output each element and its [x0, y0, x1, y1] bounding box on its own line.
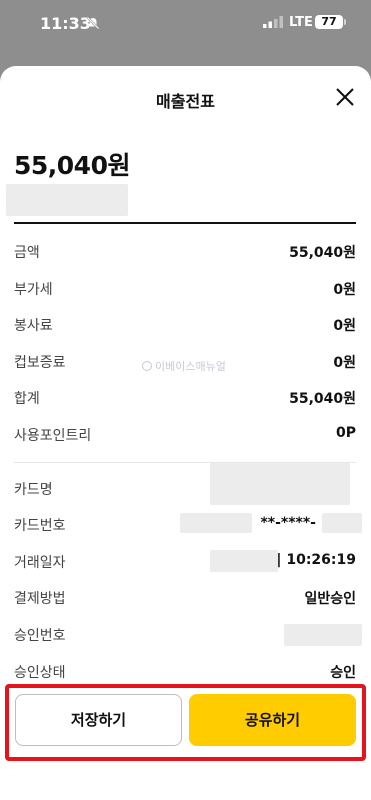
row-label: 거래일자 [14, 555, 66, 571]
row-value: 55,040원 [289, 245, 356, 261]
row-label: 금액 [14, 245, 40, 261]
row-value: | 10:26:19 [276, 552, 356, 568]
status-time: 11:33 [40, 14, 91, 33]
row-value: 승인 [330, 665, 356, 681]
row-cup-deposit: 컵보증료 0원 [14, 352, 356, 374]
row-label: 합계 [14, 391, 40, 407]
close-icon[interactable] [334, 86, 356, 108]
bell-muted-icon [86, 16, 100, 30]
redacted-approval-number [284, 624, 362, 646]
battery-icon: 77 [315, 15, 343, 29]
row-value: 0P [335, 425, 356, 441]
row-label: 봉사료 [14, 318, 53, 334]
network-type: LTE [289, 15, 313, 30]
row-value: 0원 [333, 282, 356, 298]
row-payment-method: 결제방법 일반승인 [14, 588, 356, 610]
save-button[interactable]: 저장하기 [15, 694, 182, 746]
divider-bold [14, 222, 356, 224]
battery-tip [344, 19, 346, 25]
row-label: 카드번호 [14, 518, 66, 534]
row-label: 컵보증료 [14, 355, 66, 371]
action-bar: 저장하기 공유하기 [0, 681, 371, 800]
row-label: 부가세 [14, 282, 53, 298]
signal-icon [263, 16, 283, 28]
redacted-card-number-end [322, 513, 362, 533]
total-amount: 55,040원 [14, 151, 130, 180]
row-amount: 금액 55,040원 [14, 242, 356, 264]
redacted-date [210, 550, 278, 572]
row-value: **-****- [260, 515, 316, 531]
redacted-card-number-start [180, 513, 252, 533]
row-value: 0원 [333, 318, 356, 334]
sheet-title: 매출전표 [156, 92, 215, 111]
share-button[interactable]: 공유하기 [189, 694, 356, 746]
row-label: 사용포인트리 [14, 428, 92, 444]
row-points-used: 사용포인트리 0P [14, 425, 356, 447]
row-value: 일반승인 [304, 591, 356, 607]
row-label: 결제방법 [14, 591, 66, 607]
row-total: 합계 55,040원 [14, 388, 356, 410]
redacted-card-name [210, 463, 350, 505]
row-value: 55,040원 [289, 391, 356, 407]
row-value: 0원 [333, 355, 356, 371]
status-bar: 11:33 LTE 77 [0, 0, 371, 48]
row-label: 승인번호 [14, 628, 66, 644]
row-label: 카드명 [14, 482, 53, 498]
row-label: 승인상태 [14, 665, 66, 681]
row-service-fee: 봉사료 0원 [14, 315, 356, 337]
redacted-merchant [6, 184, 128, 216]
row-vat: 부가세 0원 [14, 279, 356, 301]
row-transaction-date: 거래일자 | 10:26:19 [14, 552, 356, 574]
